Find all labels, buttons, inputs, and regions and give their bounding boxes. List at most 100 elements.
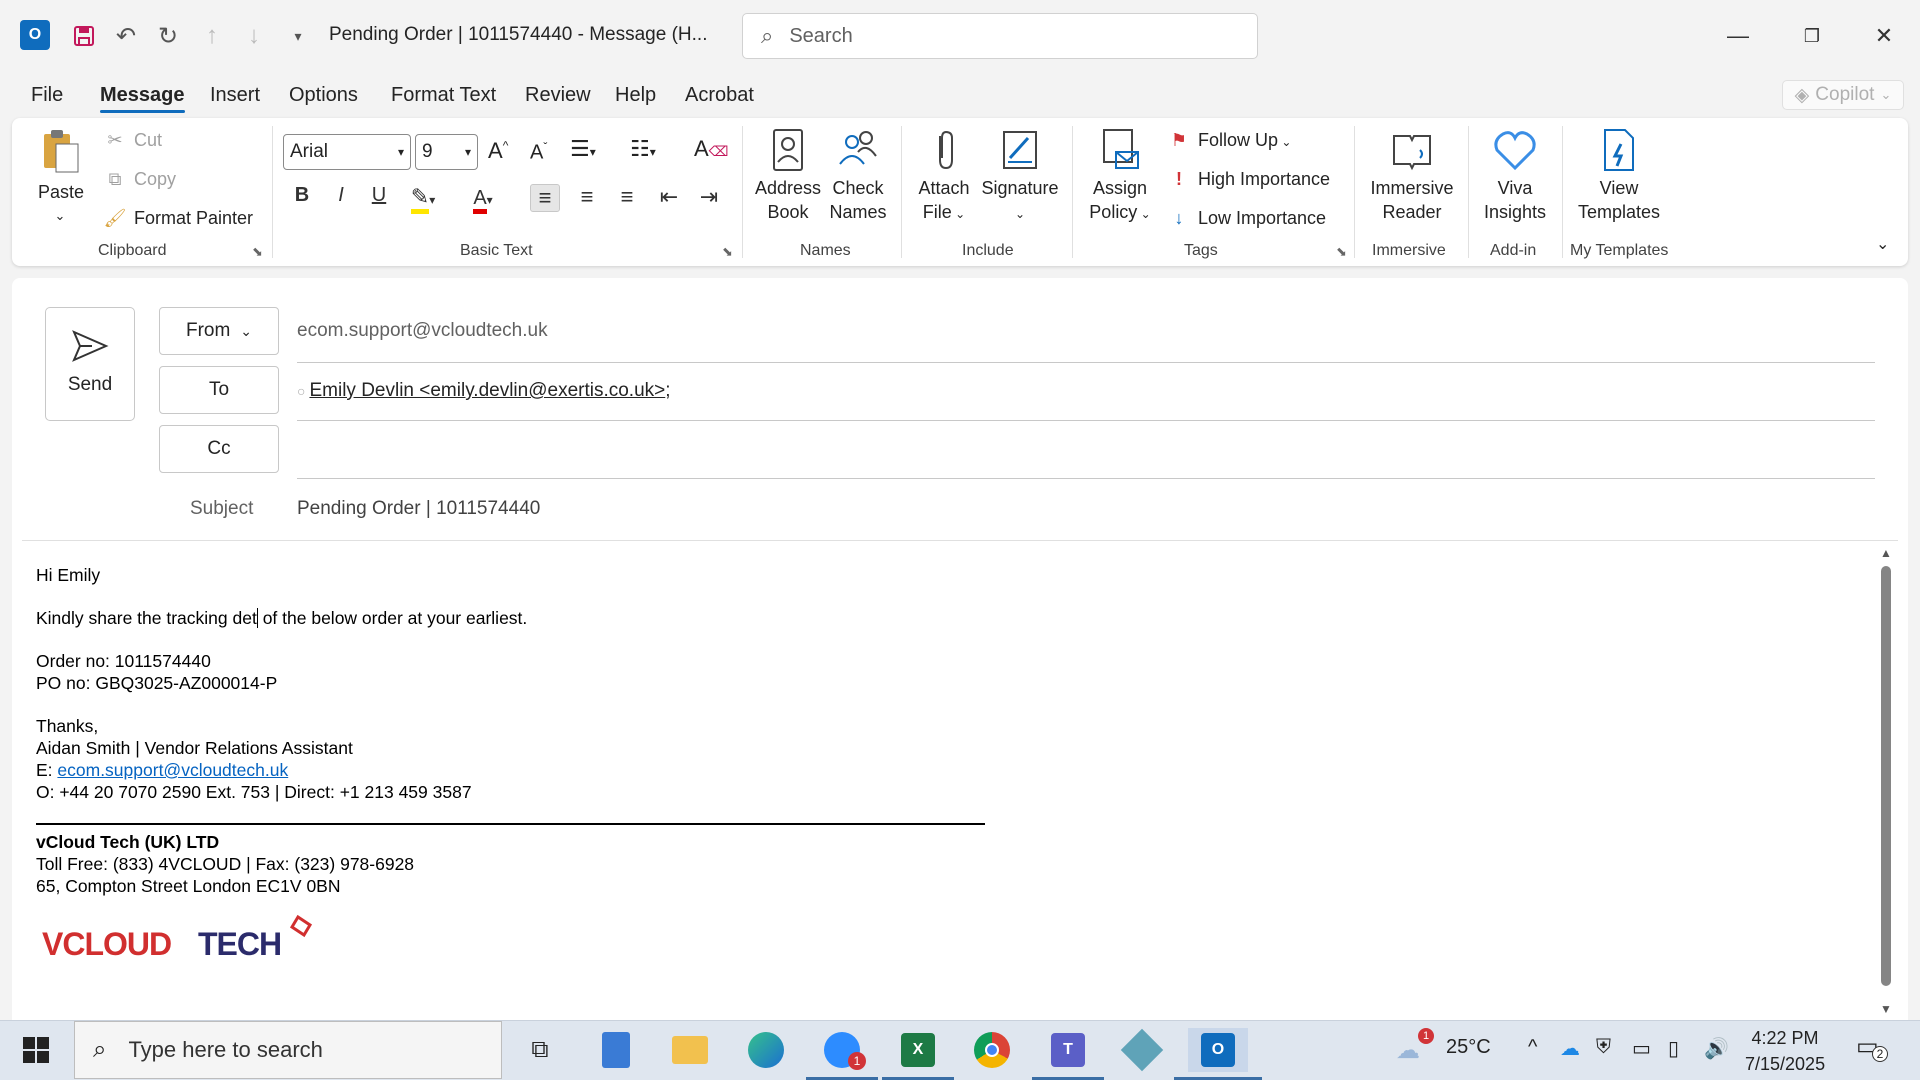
assign-label-2: Policy — [1089, 202, 1138, 222]
divider — [22, 540, 1898, 541]
increase-indent-icon[interactable]: ⇥ — [694, 184, 724, 210]
clear-formatting-icon[interactable]: A⌫ — [694, 136, 728, 162]
search-input[interactable]: ⌕ Search — [742, 13, 1258, 59]
chevron-down-icon: ⌄ — [1014, 207, 1026, 221]
basic-text-launcher-icon[interactable]: ⬊ — [722, 244, 733, 260]
excel-icon[interactable]: X — [882, 1028, 954, 1080]
redo-icon[interactable]: ↻ — [152, 20, 184, 52]
paste-button[interactable]: Paste ⌄ — [38, 128, 84, 228]
subject-field[interactable]: Pending Order | 1011574440 — [297, 498, 540, 520]
scroll-down-icon[interactable]: ▼ — [1880, 1002, 1892, 1016]
attach-file-button[interactable]: Attach File ⌄ — [914, 128, 974, 226]
italic-icon[interactable]: I — [326, 184, 356, 207]
down-arrow-icon[interactable]: ↓ — [238, 20, 270, 52]
tab-review[interactable]: Review — [525, 84, 591, 107]
shrink-font-icon[interactable]: Aˇ — [530, 140, 547, 165]
from-field[interactable]: ecom.support@vcloudtech.uk — [297, 320, 548, 342]
to-button[interactable]: To — [159, 366, 279, 414]
restore-button[interactable]: ❐ — [1788, 14, 1836, 58]
copy-button[interactable]: ⧉ Copy — [102, 169, 176, 190]
ribbon-collapse-icon[interactable]: ⌄ — [1876, 234, 1889, 254]
email-link[interactable]: ecom.support@vcloudtech.uk — [57, 760, 288, 780]
to-field[interactable]: ○ Emily Devlin <emily.devlin@exertis.co.u… — [297, 380, 671, 402]
tab-message[interactable]: Message — [100, 84, 185, 113]
tab-format-text[interactable]: Format Text — [391, 84, 496, 107]
follow-up-button[interactable]: ⚑ Follow Up ⌄ — [1166, 130, 1292, 151]
calculator-icon[interactable] — [594, 1028, 638, 1072]
edge-browser-icon[interactable] — [744, 1028, 788, 1072]
clock[interactable]: 4:22 PM 7/15/2025 — [1745, 1025, 1825, 1077]
up-arrow-icon[interactable]: ↑ — [196, 20, 228, 52]
chrome-icon[interactable] — [970, 1028, 1014, 1072]
save-icon[interactable] — [68, 20, 100, 52]
high-importance-button[interactable]: ! High Importance — [1166, 169, 1330, 190]
scroll-up-icon[interactable]: ▲ — [1880, 546, 1892, 560]
immersive-reader-button[interactable]: Immersive Reader — [1364, 128, 1460, 224]
from-button[interactable]: From ⌄ — [159, 307, 279, 355]
tags-launcher-icon[interactable]: ⬊ — [1336, 244, 1347, 260]
bullets-icon[interactable]: ☰▾ — [570, 136, 596, 162]
weather-icon[interactable]: ☁ 1 — [1396, 1028, 1434, 1065]
tab-acrobat[interactable]: Acrobat — [685, 84, 754, 107]
security-icon[interactable]: ⛨ — [1596, 1036, 1611, 1059]
cc-button[interactable]: Cc — [159, 425, 279, 473]
cut-button[interactable]: ✂ Cut — [102, 130, 162, 151]
teams-icon[interactable]: T — [1032, 1028, 1104, 1080]
customize-toolbar-icon[interactable]: ▾ — [282, 20, 314, 52]
font-name-select[interactable]: Arial ▾ — [283, 134, 411, 170]
notifications-icon[interactable]: ▭ 2 — [1856, 1032, 1888, 1062]
tab-options[interactable]: Options — [289, 84, 358, 107]
grow-font-icon[interactable]: A^ — [488, 138, 508, 164]
bold-icon[interactable]: B — [287, 184, 317, 207]
windows-start-icon[interactable] — [14, 1028, 58, 1072]
copilot-button[interactable]: ◈ Copilot ⌄ — [1782, 80, 1904, 110]
align-center-icon[interactable]: ≡ — [572, 184, 602, 210]
file-explorer-icon[interactable] — [668, 1028, 712, 1072]
cc-field-underline[interactable] — [297, 478, 1875, 479]
send-button[interactable]: Send — [45, 307, 135, 421]
check-names-button[interactable]: Check Names — [826, 128, 890, 224]
vertical-scrollbar[interactable]: ▲ ▼ — [1878, 546, 1894, 1016]
tab-help[interactable]: Help — [615, 84, 656, 107]
decrease-indent-icon[interactable]: ⇤ — [654, 184, 684, 210]
message-body[interactable]: Hi Emily Kindly share the tracking det o… — [36, 564, 1836, 971]
volume-icon[interactable]: 🔊 — [1704, 1036, 1729, 1061]
viva-insights-button[interactable]: Viva Insights — [1478, 128, 1552, 224]
task-view-icon[interactable]: ⧉ — [518, 1028, 562, 1072]
low-importance-button[interactable]: ↓ Low Importance — [1166, 208, 1327, 229]
undo-icon[interactable]: ↶ — [110, 20, 142, 52]
assign-policy-button[interactable]: Assign Policy ⌄ — [1086, 128, 1154, 226]
app-icon[interactable] — [1120, 1028, 1164, 1072]
align-right-icon[interactable]: ≡ — [612, 184, 642, 210]
numbering-icon[interactable]: ☷▾ — [630, 136, 656, 162]
immersive-label-2: Reader — [1382, 202, 1442, 222]
minimize-button[interactable]: — — [1714, 14, 1762, 58]
font-color-icon[interactable]: A▾ — [468, 184, 498, 214]
signature-button[interactable]: Signature ⌄ — [978, 128, 1062, 226]
battery-icon[interactable]: ▭ — [1632, 1036, 1651, 1061]
signature-label: Signature — [981, 178, 1059, 198]
underline-icon[interactable]: U — [364, 184, 394, 207]
highlight-icon[interactable]: ✎▾ — [408, 184, 438, 214]
onedrive-icon[interactable]: ☁ — [1560, 1036, 1580, 1061]
tab-insert[interactable]: Insert — [210, 84, 260, 107]
signature-icon — [1003, 131, 1037, 169]
scrollbar-thumb[interactable] — [1881, 566, 1891, 986]
notification-count: 2 — [1872, 1046, 1888, 1062]
format-painter-button[interactable]: 🖌 Format Painter — [102, 208, 253, 229]
address-book-button[interactable]: Address Book — [750, 128, 826, 224]
chevron-up-icon[interactable]: ^ — [1528, 1036, 1537, 1059]
tab-file[interactable]: File — [31, 84, 63, 107]
taskbar-search-input[interactable]: ⌕ Type here to search — [74, 1021, 502, 1079]
font-size-select[interactable]: 9 ▾ — [415, 134, 478, 170]
close-button[interactable]: ✕ — [1860, 14, 1908, 58]
align-left-icon[interactable]: ≡ — [530, 184, 560, 212]
view-templates-button[interactable]: View Templates — [1572, 128, 1666, 224]
clipboard-launcher-icon[interactable]: ⬊ — [252, 244, 263, 260]
zoom-icon[interactable]: 1 — [806, 1028, 878, 1080]
weather-temp[interactable]: 25°C — [1446, 1036, 1491, 1059]
recipient-token[interactable]: Emily Devlin <emily.devlin@exertis.co.uk… — [309, 380, 665, 401]
divider — [1072, 126, 1073, 258]
network-icon[interactable]: ▯ — [1668, 1036, 1679, 1061]
outlook-taskbar-icon[interactable]: O — [1174, 1028, 1262, 1080]
